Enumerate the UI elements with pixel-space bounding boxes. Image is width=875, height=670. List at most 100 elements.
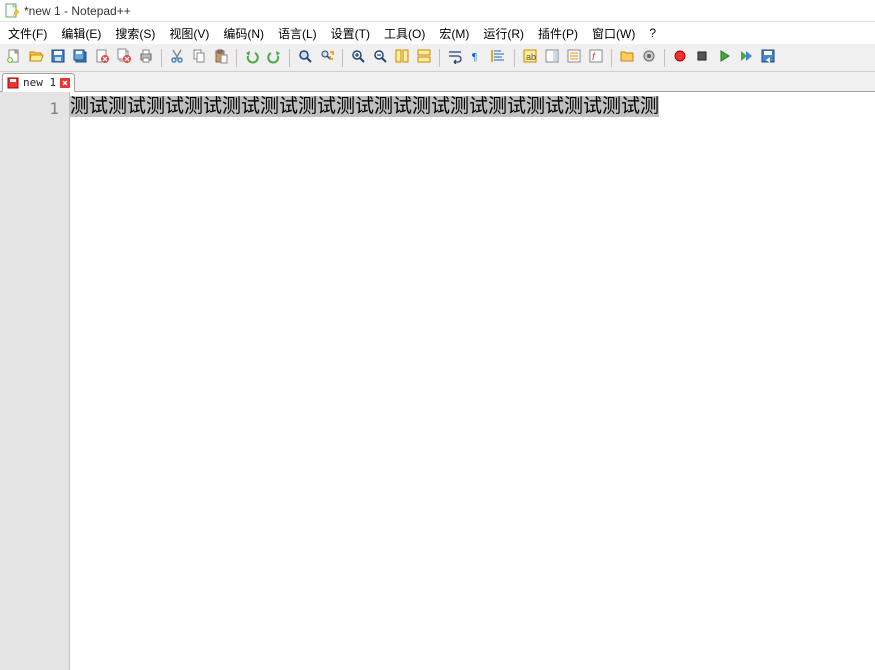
new-file-icon (6, 48, 22, 67)
menu-run[interactable]: 运行(R) (477, 23, 530, 44)
stop-button[interactable] (692, 48, 712, 68)
zoom-out-icon (372, 48, 388, 67)
monitoring-icon (641, 48, 657, 67)
selected-text[interactable]: 测试测试测试测试测试测试测试测试测试测试测试测试测试测试测试测 (70, 96, 659, 117)
menu-window[interactable]: 窗口(W) (586, 23, 641, 44)
toolbar: ¶ ab f (0, 44, 875, 72)
find-button[interactable] (295, 48, 315, 68)
menu-settings[interactable]: 设置(T) (325, 23, 376, 44)
close-all-icon (116, 48, 132, 67)
tab-new1[interactable]: new 1 (2, 73, 75, 92)
play-button[interactable] (714, 48, 734, 68)
func-list-icon: f (588, 48, 604, 67)
sync-h-icon (416, 48, 432, 67)
menu-tools[interactable]: 工具(O) (378, 23, 431, 44)
toolbar-separator (611, 49, 612, 67)
tab-label: new 1 (23, 76, 56, 89)
new-file-button[interactable] (4, 48, 24, 68)
tab-close-icon[interactable] (60, 78, 70, 88)
copy-button[interactable] (189, 48, 209, 68)
save-macro-icon (760, 48, 776, 67)
menubar: 文件(F) 编辑(E) 搜索(S) 视图(V) 编码(N) 语言(L) 设置(T… (0, 22, 875, 44)
menu-edit[interactable]: 编辑(E) (55, 23, 107, 44)
folder-button[interactable] (617, 48, 637, 68)
print-icon (138, 48, 154, 67)
unsaved-icon (7, 77, 19, 89)
word-wrap-button[interactable] (445, 48, 465, 68)
show-all-icon: ¶ (469, 48, 485, 67)
folder-icon (619, 48, 635, 67)
save-macro-button[interactable] (758, 48, 778, 68)
lang-user-button[interactable]: ab (520, 48, 540, 68)
save-button[interactable] (48, 48, 68, 68)
print-button[interactable] (136, 48, 156, 68)
doc-map-button[interactable] (542, 48, 562, 68)
zoom-out-button[interactable] (370, 48, 390, 68)
replace-icon (319, 48, 335, 67)
replace-button[interactable] (317, 48, 337, 68)
record-icon (672, 48, 688, 67)
close-all-button[interactable] (114, 48, 134, 68)
redo-button[interactable] (264, 48, 284, 68)
menu-language[interactable]: 语言(L) (272, 23, 323, 44)
menu-macro[interactable]: 宏(M) (433, 23, 475, 44)
save-all-icon (72, 48, 88, 67)
doc-map-icon (544, 48, 560, 67)
close-button[interactable] (92, 48, 112, 68)
doc-list-button[interactable] (564, 48, 584, 68)
doc-list-icon (566, 48, 582, 67)
toolbar-separator (514, 49, 515, 67)
line-number: 1 (0, 98, 59, 120)
open-file-button[interactable] (26, 48, 46, 68)
show-all-button[interactable]: ¶ (467, 48, 487, 68)
code-area[interactable]: 测试测试测试测试测试测试测试测试测试测试测试测试测试测试测试测 (70, 92, 875, 670)
stop-icon (694, 48, 710, 67)
cut-button[interactable] (167, 48, 187, 68)
toolbar-separator (439, 49, 440, 67)
editor[interactable]: 1 测试测试测试测试测试测试测试测试测试测试测试测试测试测试测试测 (0, 92, 875, 670)
undo-button[interactable] (242, 48, 262, 68)
zoom-in-icon (350, 48, 366, 67)
sync-h-button[interactable] (414, 48, 434, 68)
save-all-button[interactable] (70, 48, 90, 68)
copy-icon (191, 48, 207, 67)
play-multi-icon (738, 48, 754, 67)
save-icon (50, 48, 66, 67)
svg-text:ab: ab (526, 52, 536, 62)
line-number-gutter: 1 (0, 92, 70, 670)
window-title: *new 1 - Notepad++ (24, 4, 131, 18)
undo-icon (244, 48, 260, 67)
tab-strip: new 1 (0, 72, 875, 92)
play-icon (716, 48, 732, 67)
open-file-icon (28, 48, 44, 67)
code-line-1[interactable]: 测试测试测试测试测试测试测试测试测试测试测试测试测试测试测试测 (70, 96, 875, 118)
titlebar: *new 1 - Notepad++ (0, 0, 875, 22)
toolbar-separator (289, 49, 290, 67)
close-icon (94, 48, 110, 67)
menu-file[interactable]: 文件(F) (2, 23, 53, 44)
word-wrap-icon (447, 48, 463, 67)
zoom-in-button[interactable] (348, 48, 368, 68)
menu-encoding[interactable]: 编码(N) (217, 23, 270, 44)
svg-text:¶: ¶ (472, 51, 477, 63)
find-icon (297, 48, 313, 67)
app-icon (4, 3, 20, 19)
menu-search[interactable]: 搜索(S) (109, 23, 161, 44)
menu-plugins[interactable]: 插件(P) (532, 23, 584, 44)
sync-v-button[interactable] (392, 48, 412, 68)
monitoring-button[interactable] (639, 48, 659, 68)
toolbar-separator (236, 49, 237, 67)
redo-icon (266, 48, 282, 67)
paste-icon (213, 48, 229, 67)
menu-help[interactable]: ? (643, 24, 662, 42)
sync-v-icon (394, 48, 410, 67)
paste-button[interactable] (211, 48, 231, 68)
menu-view[interactable]: 视图(V) (163, 23, 215, 44)
indent-guide-icon (491, 48, 507, 67)
play-multi-button[interactable] (736, 48, 756, 68)
cut-icon (169, 48, 185, 67)
toolbar-separator (664, 49, 665, 67)
record-button[interactable] (670, 48, 690, 68)
func-list-button[interactable]: f (586, 48, 606, 68)
indent-guide-button[interactable] (489, 48, 509, 68)
